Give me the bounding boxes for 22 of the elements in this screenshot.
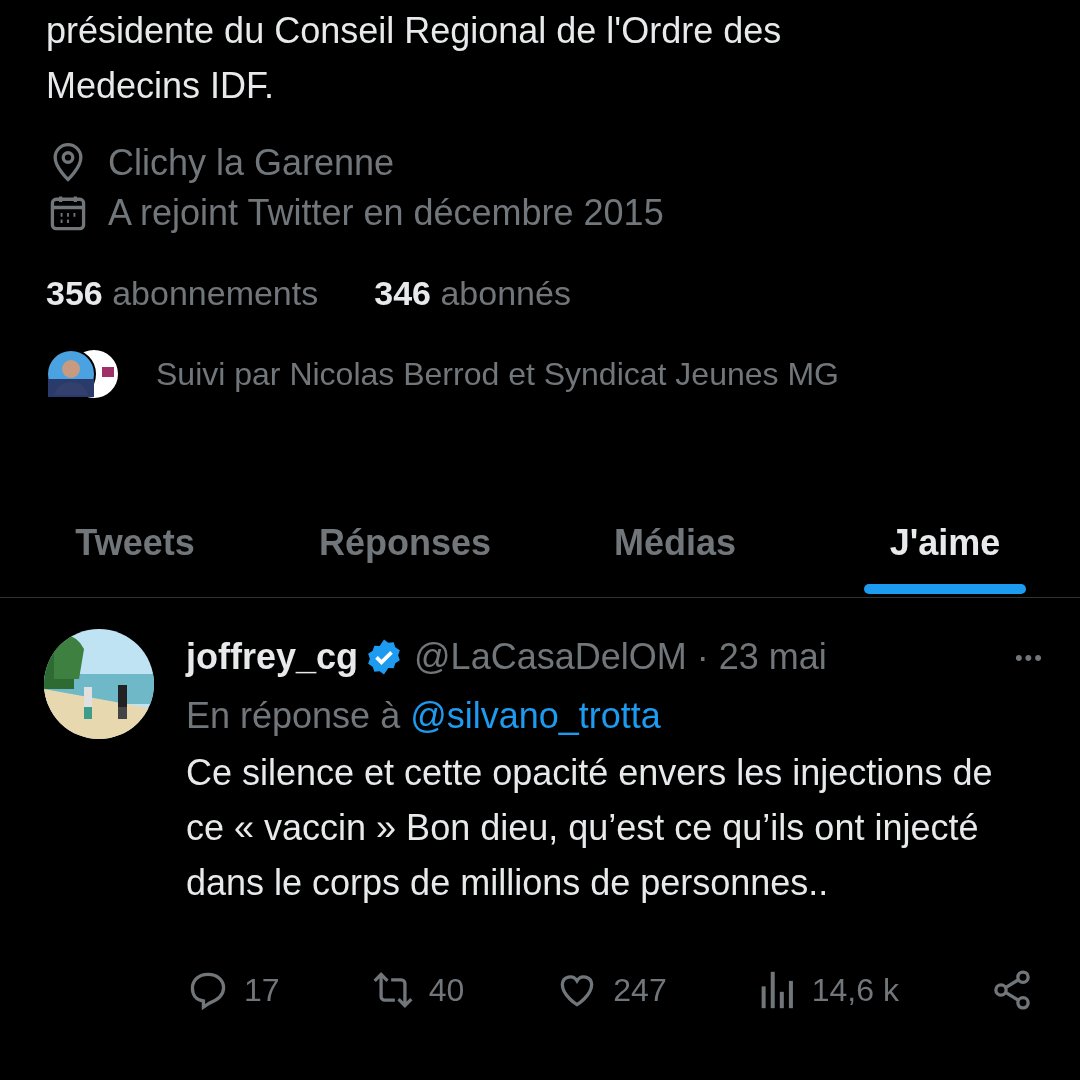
following-link[interactable]: 356 abonnements — [46, 271, 319, 315]
more-options-button[interactable]: ••• — [1014, 640, 1044, 674]
followed-by-text: Suivi par Nicolas Berrod et Syndicat Jeunes MG — [156, 355, 839, 394]
reply-button[interactable]: 17 — [186, 966, 280, 1014]
profile-tab[interactable]: Tweets — [0, 489, 270, 597]
profile-tab[interactable]: Réponses — [270, 489, 540, 597]
bio-text: présidente du Conseil Regional de l'Ordre des Medecins IDF. — [46, 9, 783, 108]
separator-dot: · — [696, 635, 709, 679]
tweet-text: Ce silence et cette opacité envers les injections de ce « vaccin » Bon dieu, qu’est ce qu’ils ont injecté dans le corps de millions de personnes.. — [186, 751, 994, 905]
reply-context-text: En réponse à — [186, 695, 401, 736]
author-name[interactable]: joffrey_cg — [186, 630, 359, 684]
views-button[interactable]: 14,6 k — [757, 966, 899, 1014]
joined-date-text: A rejoint Twitter en décembre 2015 — [108, 191, 664, 235]
profile-tab[interactable]: J'aime — [810, 489, 1080, 597]
mention-link[interactable]: @silvano_trotta — [410, 695, 661, 736]
retweet-button[interactable]: 40 — [370, 966, 465, 1014]
like-button[interactable]: 247 — [555, 966, 667, 1014]
tweet-date[interactable]: 23 mai — [718, 630, 827, 684]
location-text: Clichy la Garenne — [108, 141, 395, 185]
profile-tab[interactable]: Médias — [540, 489, 810, 597]
author-handle[interactable]: @LaCasaDelOM — [414, 630, 687, 684]
followers-link[interactable]: 346 abonnés — [374, 271, 571, 315]
